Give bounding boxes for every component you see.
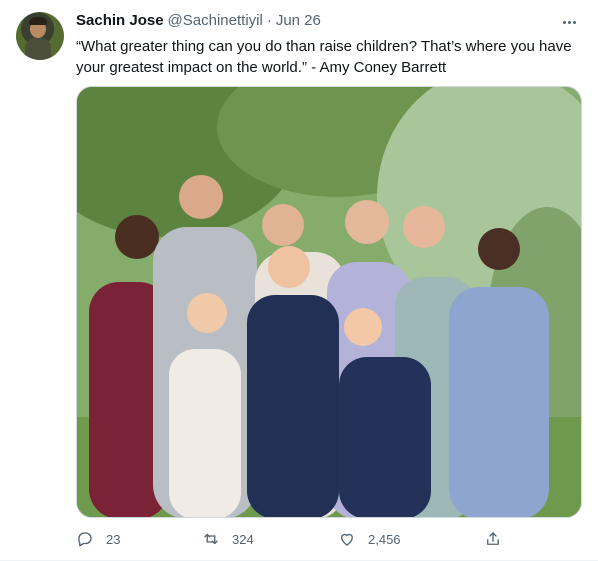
author-name[interactable]: Sachin Jose <box>76 11 164 31</box>
share-icon <box>487 532 499 545</box>
retweet-icon <box>204 533 218 545</box>
author-handle[interactable]: @Sachinettiyil <box>168 11 263 31</box>
reply-count: 23 <box>106 531 121 547</box>
reply-button[interactable]: 23 <box>76 530 120 548</box>
tweet-text: “What greater thing can you do than rais… <box>76 38 572 76</box>
avatar[interactable] <box>16 12 64 60</box>
tweet-header: Sachin Jose @Sachinettiyil · Jun 26 <box>76 11 321 31</box>
tweet[interactable]: Sachin Jose @Sachinettiyil · Jun 26 “Wha… <box>0 0 598 561</box>
more-icon[interactable] <box>558 12 580 32</box>
share-button[interactable] <box>484 530 502 548</box>
reply-icon <box>78 532 92 547</box>
separator-dot: · <box>266 12 272 29</box>
like-button[interactable]: 2,456 <box>338 530 401 548</box>
tweet-photo[interactable] <box>76 86 582 518</box>
tweet-actions: 23 324 2,456 <box>76 530 516 554</box>
heart-icon <box>341 533 353 546</box>
like-count: 2,456 <box>368 531 401 547</box>
tweet-date[interactable]: Jun 26 <box>276 11 321 31</box>
retweet-button[interactable]: 324 <box>202 530 254 548</box>
family-photo <box>77 87 581 517</box>
retweet-count: 324 <box>232 531 254 547</box>
